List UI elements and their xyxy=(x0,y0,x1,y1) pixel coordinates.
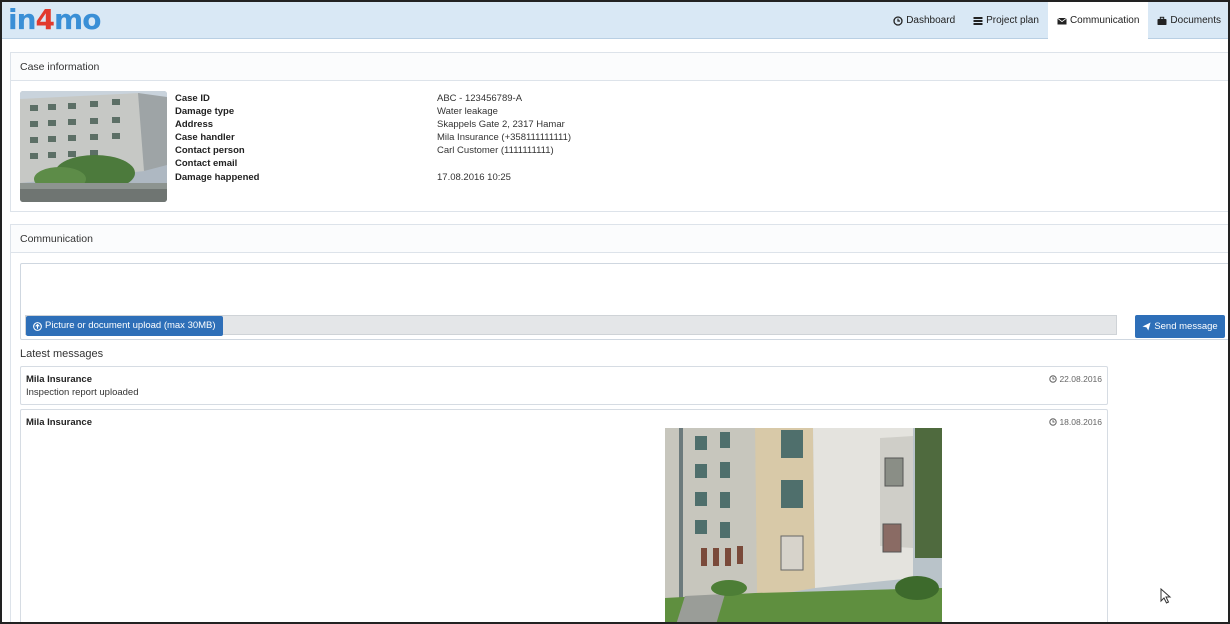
clock-icon xyxy=(1049,418,1058,426)
message-item: Mila Insurance Inspection report uploade… xyxy=(20,366,1108,405)
send-icon xyxy=(1142,322,1151,331)
upload-button-label: Picture or document upload (max 30MB) xyxy=(45,320,216,331)
nav-communication[interactable]: Communication xyxy=(1047,2,1149,39)
main-nav: Dashboard Project plan Communication Doc… xyxy=(884,2,1228,39)
logo-text-mo: mo xyxy=(54,3,101,36)
value-address: Skappels Gate 2, 2317 Hamar xyxy=(437,119,565,131)
list-icon xyxy=(973,16,983,25)
label-damage-happened: Damage happened xyxy=(175,171,260,183)
message-attachment-image[interactable] xyxy=(665,428,942,622)
briefcase-icon xyxy=(1157,16,1167,25)
upload-circle-icon xyxy=(33,321,42,331)
upload-button[interactable]: Picture or document upload (max 30MB) xyxy=(26,316,223,336)
label-case-handler: Case handler xyxy=(175,132,235,144)
message-date: 18.08.2016 xyxy=(1049,417,1102,427)
value-damage-type: Water leakage xyxy=(437,106,498,118)
case-information-title: Case information xyxy=(11,53,1228,81)
upload-area: Picture or document upload (max 30MB) xyxy=(20,263,1120,340)
latest-messages-heading: Latest messages xyxy=(20,348,104,360)
label-address: Address xyxy=(175,119,214,131)
nav-documents[interactable]: Documents xyxy=(1148,2,1228,39)
clock-icon xyxy=(893,15,903,26)
message-author: Mila Insurance xyxy=(26,374,92,385)
message-item: Mila Insurance 18.08.2016 xyxy=(20,409,1108,622)
label-contact-email: Contact email xyxy=(175,158,238,170)
nav-dashboard[interactable]: Dashboard xyxy=(884,2,964,39)
top-navbar: in4mo Dashboard Project plan Communicati… xyxy=(2,2,1228,39)
send-message-label: Send message xyxy=(1154,321,1218,332)
label-case-id: Case ID xyxy=(175,93,210,104)
nav-project-plan-label: Project plan xyxy=(986,15,1039,26)
upload-progress-bar[interactable]: Picture or document upload (max 30MB) xyxy=(25,315,1117,336)
value-case-id: ABC - 123456789-A xyxy=(437,93,523,104)
value-contact-email xyxy=(437,157,571,170)
case-field-labels: Case ID Damage type Address Case handler… xyxy=(175,92,259,184)
nav-documents-label: Documents xyxy=(1170,15,1221,26)
logo-text-in: in xyxy=(8,3,37,36)
envelope-icon xyxy=(1057,17,1067,24)
send-message-button[interactable]: Send message xyxy=(1135,315,1225,338)
message-date-text: 18.08.2016 xyxy=(1059,417,1102,427)
message-date-text: 22.08.2016 xyxy=(1059,374,1102,384)
case-field-values: ABC - 123456789-A Water leakage Skappels… xyxy=(437,92,571,184)
value-damage-happened: 17.08.2016 10:25 xyxy=(437,171,511,183)
logo-text-4: 4 xyxy=(35,3,56,36)
nav-project-plan[interactable]: Project plan xyxy=(964,2,1048,39)
case-information-panel: Case information Case ID Damage type Add… xyxy=(10,52,1228,212)
message-text: Inspection report uploaded xyxy=(26,387,139,398)
nav-dashboard-label: Dashboard xyxy=(906,15,956,26)
message-author: Mila Insurance xyxy=(26,417,92,428)
value-case-handler: Mila Insurance (+358111111111) xyxy=(437,132,572,144)
clock-icon xyxy=(1049,375,1058,383)
brand-logo[interactable]: in4mo xyxy=(8,3,101,36)
label-damage-type: Damage type xyxy=(175,106,235,118)
label-contact-person: Contact person xyxy=(175,145,245,157)
communication-panel: Communication Picture or document upload… xyxy=(10,224,1228,622)
mouse-cursor-icon xyxy=(1160,588,1172,604)
value-contact-person: Carl Customer (1111111111) xyxy=(437,145,554,157)
message-date: 22.08.2016 xyxy=(1049,374,1102,384)
case-building-photo xyxy=(20,91,167,202)
nav-communication-label: Communication xyxy=(1069,15,1140,26)
communication-title: Communication xyxy=(11,225,1228,253)
app-window: in4mo Dashboard Project plan Communicati… xyxy=(0,0,1230,624)
